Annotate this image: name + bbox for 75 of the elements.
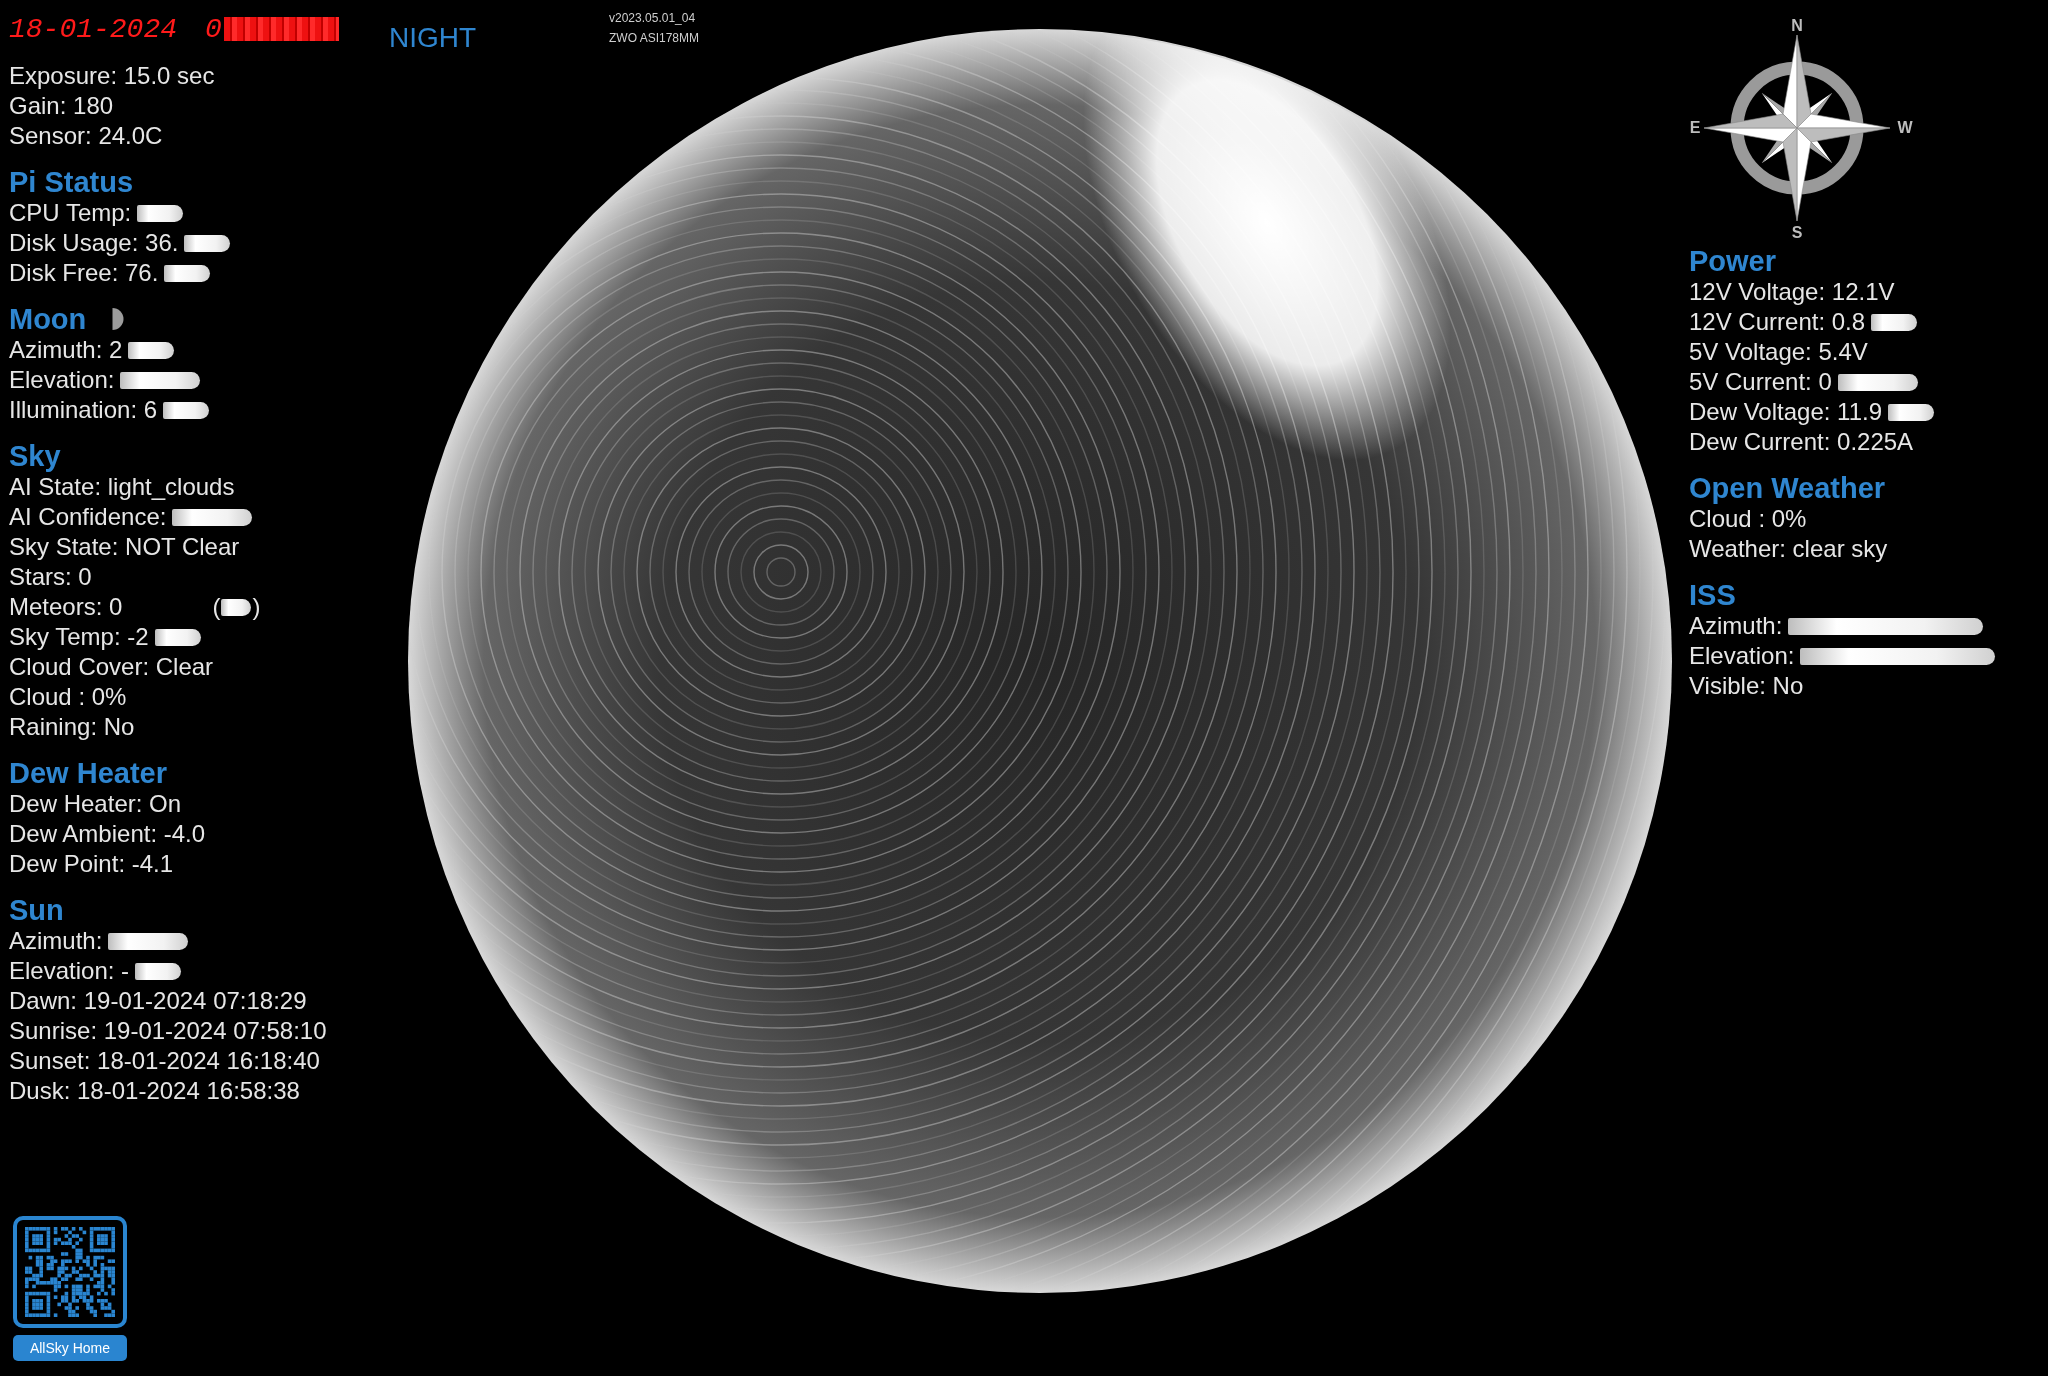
section-heading: Sky [9, 440, 61, 472]
smudge-icon [221, 598, 252, 616]
stat-text: Disk Free: 76. [9, 258, 159, 288]
stat-text: Elevation: - [9, 956, 130, 986]
bracket-text: ( [212, 592, 221, 622]
stat-text: Visible: No [1689, 671, 1804, 701]
stat-text: 12V Current: 0.8 [1689, 307, 1866, 337]
section-heading: Sun [9, 894, 64, 926]
smudge-icon [1788, 617, 1984, 635]
stat-text: Sunset: 18-01-2024 16:18:40 [9, 1046, 320, 1076]
stat-text: Elevation: [1689, 641, 1795, 671]
stat-text: Dew Current: 0.225A [1689, 427, 1914, 457]
stat-text: Sky State: NOT Clear [9, 532, 240, 562]
stat-text: Sky Temp: -2 [9, 622, 149, 652]
smudge-icon [1888, 403, 1935, 421]
stat-text: Azimuth: 2 [9, 335, 123, 365]
smudge-icon [164, 264, 211, 282]
compass-letter: S [1791, 224, 1803, 242]
compass-rose-icon [1702, 33, 1892, 223]
smudge-icon [120, 371, 201, 389]
section-heading: ISS [1689, 579, 1736, 611]
smudge-icon [184, 234, 231, 252]
smudge-icon [1871, 313, 1918, 331]
stat-text: Sensor: 24.0C [9, 121, 163, 151]
section-heading: Power [1689, 245, 1777, 277]
stat-text: 5V Voltage: 5.4V [1689, 337, 1868, 367]
stat-text: Cloud : 0% [1689, 504, 1807, 534]
stat-text: Dew Point: -4.1 [9, 849, 174, 879]
compass-letter: W [1897, 119, 1913, 137]
stat-text: 12V Voltage: 12.1V [1689, 277, 1895, 307]
smudge-icon [163, 401, 210, 419]
stat-text: Exposure: 15.0 sec [9, 61, 215, 91]
stat-text: Disk Usage: 36. [9, 228, 179, 258]
smudge-icon [172, 508, 253, 526]
stat-text: Sunrise: 19-01-2024 07:58:10 [9, 1016, 327, 1046]
stat-text: Meteors: 0 [9, 592, 123, 622]
stat-text: CPU Temp: [9, 198, 132, 228]
section-heading: Pi Status [9, 166, 134, 198]
stat-text: Gain: 180 [9, 91, 114, 121]
stat-text: Stars: 0 [9, 562, 92, 592]
section-heading: Open Weather [1689, 472, 1886, 504]
qr-caption: AllSky Home [13, 1335, 127, 1361]
smudge-icon [108, 932, 189, 950]
compass-letter: N [1791, 17, 1803, 35]
stat-text: Dawn: 19-01-2024 07:18:29 [9, 986, 307, 1016]
smudge-icon [135, 962, 182, 980]
smudge-icon [128, 341, 175, 359]
stat-text: Dew Ambient: -4.0 [9, 819, 206, 849]
smudge-icon [1800, 647, 1996, 665]
stat-text: 5V Current: 0 [1689, 367, 1832, 397]
stat-text: Weather: clear sky [1689, 534, 1888, 564]
stat-text: Dusk: 18-01-2024 16:58:38 [9, 1076, 300, 1106]
section-heading: Dew Heater [9, 757, 167, 789]
time-text: 0 [205, 13, 222, 45]
stat-text: Cloud : 0% [9, 682, 127, 712]
stat-text: Azimuth: [9, 926, 103, 956]
smudge-icon [154, 628, 201, 646]
date-text: 18-01-2024 [9, 13, 178, 45]
stat-text: Cloud Cover: Clear [9, 652, 214, 682]
stat-text: Raining: No [9, 712, 135, 742]
bracket-text: ) [252, 592, 261, 622]
compass-letter: E [1689, 119, 1701, 137]
version-text: v2023.05.01_04 [609, 10, 696, 27]
stat-text: Azimuth: [1689, 611, 1783, 641]
smudge-icon [137, 204, 184, 222]
mode-label: NIGHT [389, 22, 478, 54]
stat-text: Dew Voltage: 11.9 [1689, 397, 1883, 427]
stat-text: Elevation: [9, 365, 115, 395]
smudge-icon [1837, 373, 1918, 391]
stat-text: Dew Heater: On [9, 789, 182, 819]
stat-text: Illumination: 6 [9, 395, 158, 425]
camera-model-text: ZWO ASI178MM [609, 30, 700, 47]
stat-text: AI State: light_clouds [9, 472, 235, 502]
section-heading: Moon [9, 303, 87, 335]
stat-text: AI Confidence: [9, 502, 167, 532]
